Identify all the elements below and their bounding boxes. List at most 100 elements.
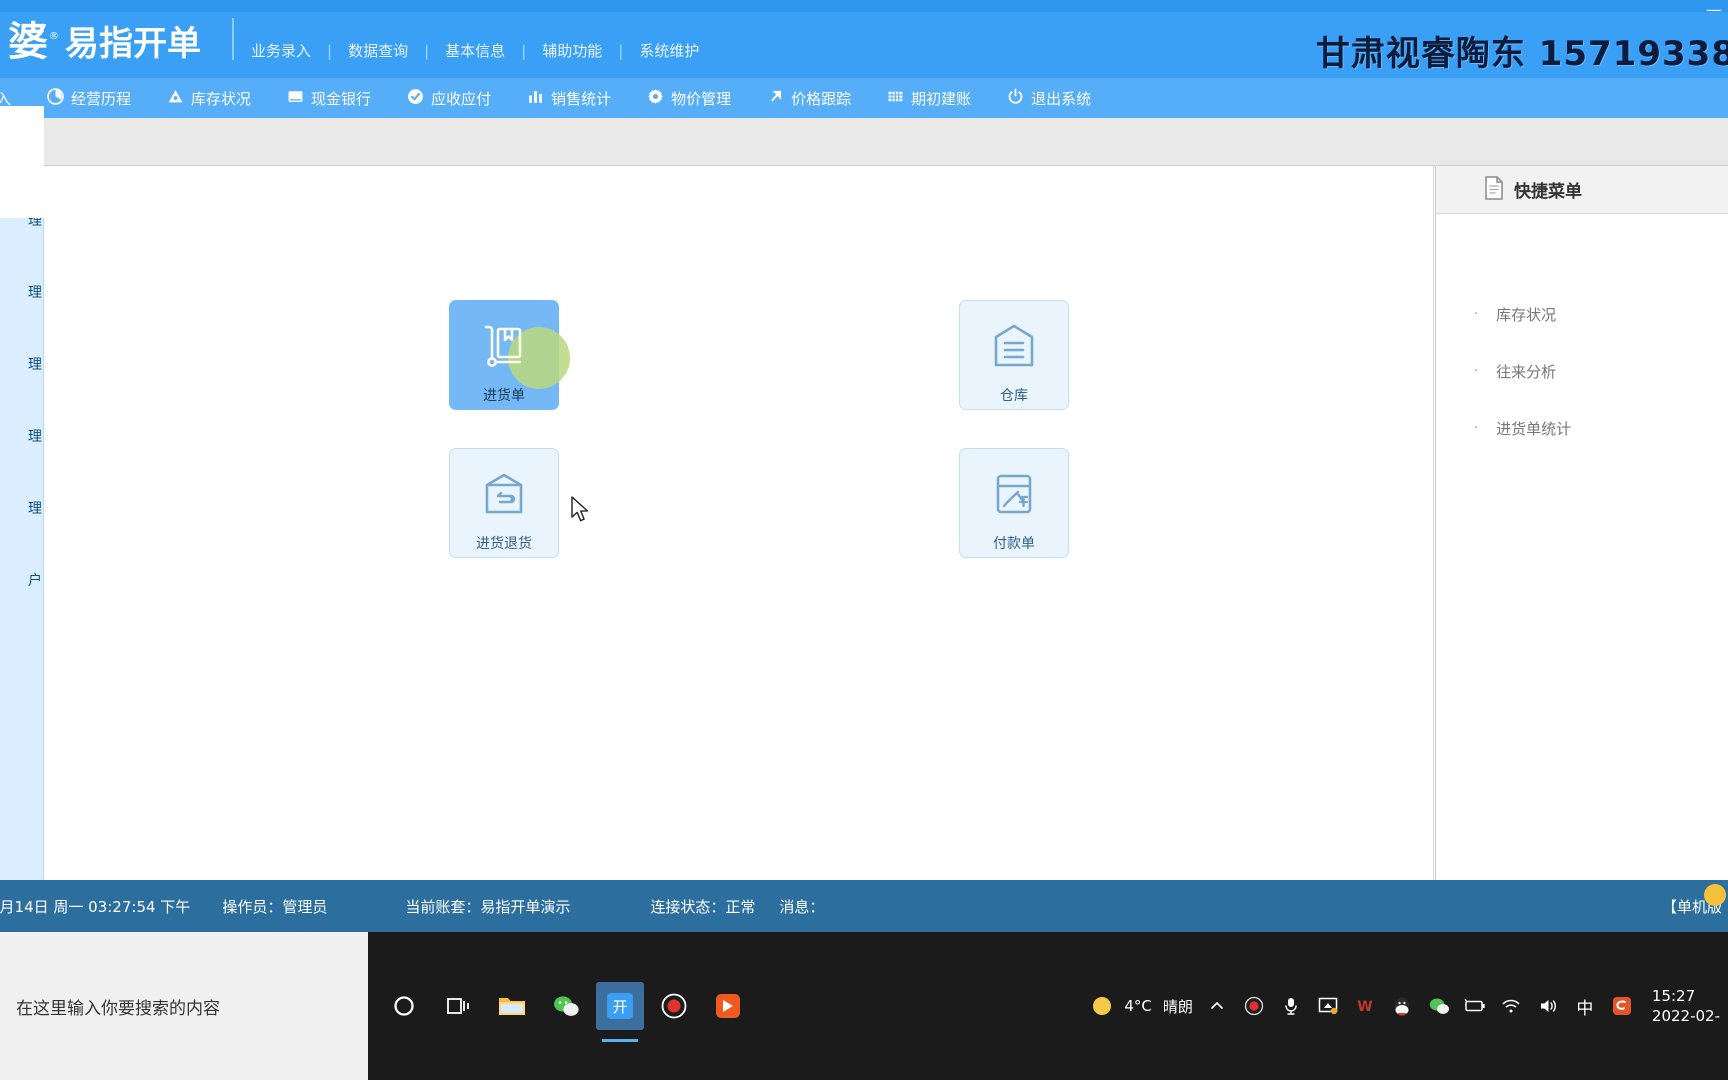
sidebar-first-gap	[0, 196, 44, 214]
tile-payment-order[interactable]: 付款单	[959, 448, 1069, 558]
top-menu-item-system-maintenance[interactable]: 系统维护	[623, 40, 715, 61]
toolbar-label: 库存状况	[191, 89, 252, 108]
volume-icon[interactable]	[1535, 993, 1561, 1019]
wps-icon[interactable]: W	[1352, 993, 1378, 1019]
microphone-icon[interactable]	[1278, 993, 1304, 1019]
search-input[interactable]: 在这里输入你要搜索的内容	[16, 994, 220, 1019]
toolbar-label: 退出系统	[1031, 89, 1092, 108]
status-datetime: 2月14日 周一 03:27:54 下午	[0, 897, 191, 916]
taskbar-clock[interactable]: 15:27 2022-02-	[1652, 986, 1720, 1027]
top-menu-item-data-query[interactable]: 数据查询	[332, 40, 424, 61]
main-content: 进货单 仓库 进货退货 付款单	[44, 166, 1434, 880]
trolley-book-icon	[477, 319, 570, 389]
record-icon[interactable]	[650, 982, 698, 1030]
left-sidebar: 理 理 理 理 理 户	[0, 106, 44, 880]
sidebar-item-3[interactable]: 理	[28, 354, 42, 374]
toolbar-item-stock-status[interactable]: 库存状况	[149, 88, 269, 109]
weather-description: 晴朗	[1162, 997, 1193, 1016]
bullet-icon: ·	[1474, 364, 1479, 379]
tile-warehouse[interactable]: 仓库	[959, 300, 1069, 410]
sidebar-item-4[interactable]: 理	[28, 426, 42, 446]
bullet-icon: ·	[1474, 307, 1479, 322]
warehouse-list-icon	[987, 319, 1041, 373]
payment-card-icon	[987, 467, 1041, 521]
toolbar-item-price-management[interactable]: 物价管理	[629, 88, 749, 109]
book-icon	[287, 88, 304, 108]
quick-menu-item-label: 库存状况	[1496, 306, 1557, 324]
qq-icon[interactable]	[1389, 993, 1415, 1019]
toolbar-item-receivable-payable[interactable]: 应收应付	[389, 88, 509, 109]
toolbar-item-cash-bank[interactable]: 现金银行	[269, 88, 389, 109]
wechat-tray-icon[interactable]	[1426, 993, 1452, 1019]
toolbar-item-business-history[interactable]: 经营历程	[29, 88, 149, 109]
document-icon	[1484, 175, 1504, 204]
svg-text:开: 开	[612, 998, 627, 1016]
tile-label: 进货退货	[476, 536, 532, 552]
logo-divider	[232, 18, 234, 60]
toolbar-item-opening-accounts[interactable]: 期初建账	[869, 88, 989, 109]
weather-sun-icon[interactable]	[1091, 995, 1113, 1017]
bullet-icon: ·	[1474, 421, 1479, 436]
warehouse-icon	[167, 88, 184, 108]
file-explorer-icon[interactable]	[488, 982, 536, 1030]
logo-glyph: 婆	[8, 19, 48, 65]
quick-menu-item-label: 进货单统计	[1496, 420, 1572, 438]
app-status-bar: 2月14日 周一 03:27:54 下午 操作员：管理员 当前账套：易指开单演示…	[0, 880, 1728, 932]
tab-strip: ✕	[0, 118, 1728, 166]
power-icon	[1007, 88, 1024, 108]
flag-app-icon[interactable]	[704, 982, 752, 1030]
quick-menu-item-stock-status[interactable]: · 库存状况	[1436, 286, 1728, 343]
gear-icon	[647, 88, 664, 108]
logo-registered-mark: ®	[49, 31, 59, 42]
status-badge	[1704, 884, 1726, 906]
tile-purchase-return[interactable]: 进货退货	[449, 448, 559, 558]
wifi-icon[interactable]	[1498, 993, 1524, 1019]
toolbar-label: 销售统计	[551, 89, 612, 108]
svg-text:W: W	[1357, 999, 1372, 1015]
arrow-up-right-icon	[767, 88, 784, 108]
sidebar-item-6[interactable]: 户	[28, 570, 42, 590]
ime-chinese-icon[interactable]: 中	[1572, 993, 1598, 1019]
status-connection: 连接状态：正常	[650, 897, 756, 916]
quick-menu-item-purchase-order-stats[interactable]: · 进货单统计	[1436, 400, 1728, 457]
box-return-icon	[477, 467, 531, 521]
taskbar-pinned-apps: 开	[370, 932, 752, 1080]
top-menu-item-business-entry[interactable]: 业务录入	[235, 40, 327, 61]
top-menu-item-basic-info[interactable]: 基本信息	[429, 40, 521, 61]
toolbar-label: 应收应付	[431, 89, 492, 108]
sidebar-item-2[interactable]: 理	[28, 282, 42, 302]
quick-menu-list: · 库存状况 · 往来分析 · 进货单统计	[1436, 214, 1728, 457]
show-hidden-icons-icon[interactable]	[1204, 993, 1230, 1019]
app-blue-icon[interactable]: 开	[596, 982, 644, 1042]
search-box[interactable]: 在这里输入你要搜索的内容	[0, 932, 368, 1080]
company-name-watermark: 甘肃视睿陶东 15719338	[1315, 34, 1728, 74]
clock-date: 2022-02-	[1651, 1007, 1720, 1025]
record-tray-icon[interactable]	[1241, 993, 1267, 1019]
sogou-icon[interactable]	[1609, 993, 1635, 1019]
toolbar-item-price-tracking[interactable]: 价格跟踪	[749, 88, 869, 109]
toolbar-item-exit-system[interactable]: 退出系统	[989, 88, 1109, 109]
top-menu-item-aux-functions[interactable]: 辅助功能	[526, 40, 618, 61]
task-view-icon[interactable]	[434, 982, 482, 1030]
tile-label: 进货单	[483, 388, 525, 404]
app-logo: 婆 ® 易指开单	[8, 22, 201, 62]
sidebar-item-5[interactable]: 理	[28, 498, 42, 518]
toolbar-label: 价格跟踪	[791, 89, 852, 108]
status-account-set: 当前账套：易指开单演示	[405, 897, 571, 916]
status-message: 消息：	[779, 897, 825, 916]
screenshot-icon[interactable]	[1315, 993, 1341, 1019]
application-window: 婆 ® 易指开单 业务录入 | 数据查询 | 基本信息 | 辅助功能 | 系统维…	[0, 0, 1728, 1080]
quick-menu-item-transaction-analysis[interactable]: · 往来分析	[1436, 343, 1728, 400]
cortana-icon[interactable]	[380, 982, 428, 1030]
quick-menu-panel: 快捷菜单 · 库存状况 · 往来分析 · 进货单统计	[1435, 166, 1728, 880]
clock-time: 15:27	[1651, 986, 1696, 1005]
tile-purchase-order[interactable]: 进货单	[449, 300, 570, 410]
tile-label: 付款单	[993, 536, 1035, 552]
brand-header: 婆 ® 易指开单 业务录入 | 数据查询 | 基本信息 | 辅助功能 | 系统维…	[0, 0, 1728, 78]
sidebar-top-spacer	[0, 106, 44, 166]
status-operator: 操作员：管理员	[222, 897, 328, 916]
minimize-button[interactable]: —	[1706, 2, 1722, 18]
wechat-icon[interactable]	[542, 982, 590, 1030]
toolbar-item-sales-stats[interactable]: 销售统计	[509, 88, 629, 109]
battery-icon[interactable]	[1463, 993, 1487, 1019]
